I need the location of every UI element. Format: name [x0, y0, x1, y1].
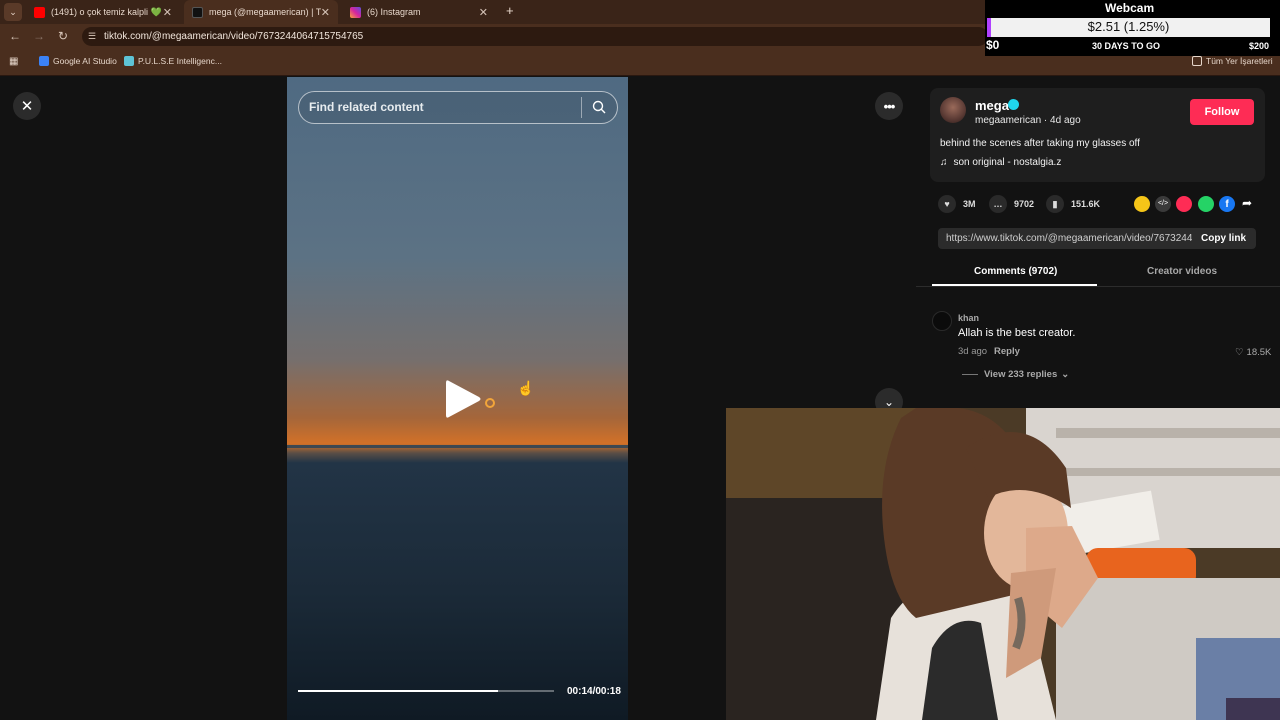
save-count: 151.6K [1071, 199, 1101, 209]
facebook-icon[interactable]: f [1219, 196, 1235, 212]
comment-icon: … [989, 195, 1007, 213]
mouse-cursor-icon: ☝ [517, 380, 535, 396]
url-bar[interactable]: tiktok.com/@megaamerican/video/767324406… [82, 27, 988, 46]
webcam-image [726, 408, 1280, 720]
donation-amount: $2.51 (1.25%) [1087, 19, 1170, 34]
tab-title: (1491) o çok temiz kalpli 💚 💗 [51, 6, 163, 17]
copy-link-button[interactable]: Copy link [1201, 233, 1246, 244]
comment-like-button[interactable]: ♡ 18.5K [1235, 347, 1271, 358]
video-progress-fill [298, 690, 498, 692]
comment-text: Allah is the best creator. [958, 327, 1076, 339]
verified-badge-icon [1008, 99, 1019, 110]
bookmark-google-ai-studio[interactable]: Google AI Studio [39, 56, 117, 66]
heart-icon: ♥ [938, 195, 956, 213]
tabs-divider [916, 286, 1280, 287]
comment-button[interactable]: … 9702 [989, 195, 1034, 213]
heart-outline-icon: ♡ [1235, 347, 1244, 358]
back-icon[interactable]: ← [9, 29, 21, 43]
post-link-text: https://www.tiktok.com/@megaamerican/vid… [946, 233, 1192, 244]
play-icon[interactable] [443, 377, 483, 421]
music-link[interactable]: ♫ son original - nostalgia.z [940, 157, 1061, 168]
tab-title: mega (@megaamerican) | TikTok [209, 7, 321, 17]
commenter-name[interactable]: khan [958, 313, 979, 323]
close-tab-icon[interactable]: ✕ [321, 6, 330, 19]
whatsapp-icon[interactable] [1198, 196, 1214, 212]
all-bookmarks-folder[interactable]: Tüm Yer İşaretleri [1192, 56, 1273, 66]
save-button[interactable]: ▮ 151.6K [1046, 195, 1100, 213]
reload-icon[interactable]: ↻ [58, 29, 68, 43]
chevron-down-icon: ⌄ [1061, 369, 1070, 380]
bookmark-icon: ▮ [1046, 195, 1064, 213]
coin-share-icon[interactable] [1134, 196, 1150, 212]
music-note-icon: ♫ [940, 157, 948, 168]
all-bookmarks-label: Tüm Yer İşaretleri [1206, 56, 1273, 66]
ellipsis-icon: ••• [883, 98, 896, 114]
donation-start: $0 [986, 38, 1000, 52]
creator-name[interactable]: mega [975, 98, 1009, 113]
share-arrow-icon[interactable]: ➦ [1242, 196, 1252, 210]
donation-goal: $200 [1249, 41, 1270, 51]
post-age: · 4d ago [1041, 115, 1081, 126]
new-tab-button[interactable]: + [506, 3, 514, 18]
close-icon: ✕ [20, 98, 34, 115]
apps-grid-icon[interactable]: ▦ [9, 56, 18, 67]
donation-title: Webcam [1105, 1, 1155, 15]
tab-instagram[interactable]: (6) Instagram ✕ [342, 0, 496, 24]
reply-button[interactable]: Reply [994, 346, 1020, 357]
comment-like-count: 18.5K [1246, 347, 1272, 358]
tab-title: (6) Instagram [367, 7, 421, 17]
video-time: 00:14/00:18 [567, 686, 621, 697]
follow-button[interactable]: Follow [1190, 99, 1254, 125]
youtube-icon [34, 6, 45, 18]
tiktok-icon [192, 6, 203, 18]
loading-spinner-icon [485, 398, 495, 408]
like-count: 3M [963, 199, 976, 209]
tab-tiktok[interactable]: mega (@megaamerican) | TikTok ✕ [184, 0, 338, 24]
replies-line [962, 374, 978, 375]
instagram-icon [350, 6, 361, 18]
view-replies-label: View 233 replies [984, 369, 1058, 380]
music-title: son original - nostalgia.z [953, 157, 1062, 168]
chevron-down-icon: ⌄ [883, 395, 895, 409]
close-tab-icon[interactable]: ✕ [479, 6, 488, 19]
more-options-button[interactable]: ••• [875, 92, 903, 120]
horizon-line [287, 445, 628, 448]
tab-youtube[interactable]: (1491) o çok temiz kalpli 💚 💗 ✕ [26, 0, 180, 24]
close-tab-icon[interactable]: ✕ [163, 6, 172, 19]
creator-avatar[interactable] [940, 97, 966, 123]
bookmark-pulse[interactable]: P.U.L.S.E Intelligenc... [124, 56, 222, 66]
related-search-placeholder: Find related content [309, 100, 424, 114]
site-info-icon[interactable]: ☰ [88, 31, 96, 42]
search-divider [581, 97, 582, 118]
ai-studio-icon [39, 56, 49, 66]
bookmark-label: Google AI Studio [53, 56, 117, 66]
donation-days: 30 DAYS TO GO [1092, 41, 1161, 51]
tab-comments[interactable]: Comments (9702) [974, 266, 1057, 277]
tab-search-button[interactable]: ⌄ [4, 3, 22, 21]
comment-age: 3d ago [958, 346, 988, 357]
webcam-feed [726, 408, 1280, 720]
like-button[interactable]: ♥ 3M [938, 195, 976, 213]
handle-text[interactable]: megaamerican [975, 115, 1041, 126]
bookmark-label: P.U.L.S.E Intelligenc... [138, 56, 222, 66]
send-icon[interactable] [1176, 196, 1192, 212]
view-replies-button[interactable]: View 233 replies ⌄ [962, 369, 1069, 380]
tab-creator-videos[interactable]: Creator videos [1147, 266, 1217, 277]
creator-handle: megaamerican · 4d ago [975, 115, 1081, 126]
search-icon[interactable] [592, 100, 606, 114]
embed-icon[interactable]: </> [1155, 196, 1171, 212]
forward-icon[interactable]: → [33, 29, 45, 43]
pulse-icon [124, 56, 134, 66]
url-text: tiktok.com/@megaamerican/video/767324406… [104, 31, 364, 42]
post-description: behind the scenes after taking my glasse… [940, 138, 1140, 149]
close-video-button[interactable]: ✕ [13, 92, 41, 120]
folder-icon [1192, 56, 1202, 66]
comment-count: 9702 [1014, 199, 1035, 209]
commenter-avatar[interactable] [932, 311, 952, 331]
